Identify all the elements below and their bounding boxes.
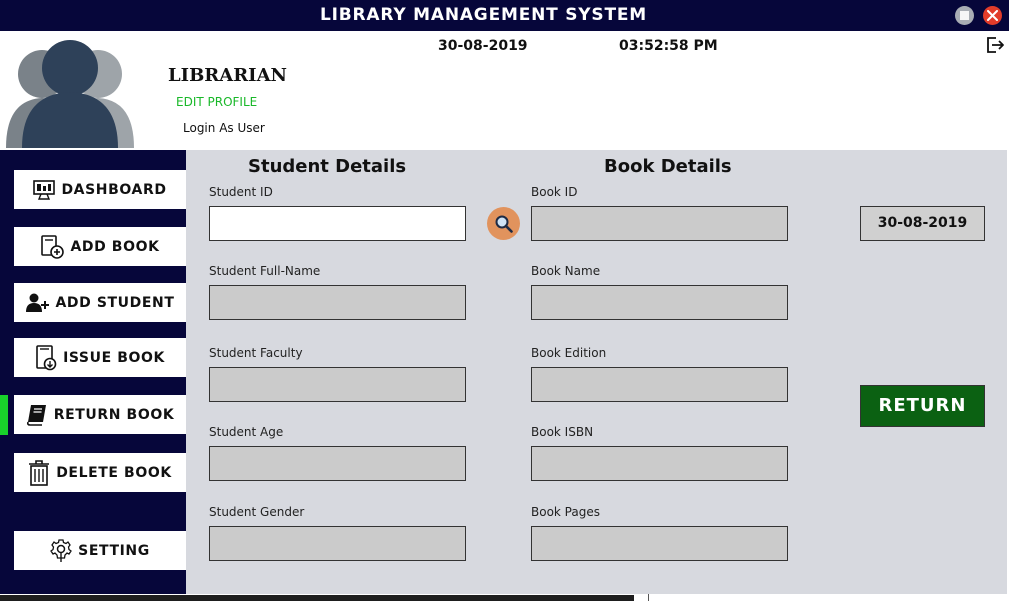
student-name-label: Student Full-Name	[209, 264, 321, 278]
add-user-icon	[26, 293, 50, 312]
student-faculty-field	[209, 367, 466, 402]
sidebar-item-add-student[interactable]: ADD STUDENT	[14, 283, 186, 322]
book-pages-field	[531, 526, 788, 561]
sidebar-item-issue-book[interactable]: ISSUE BOOK	[14, 338, 186, 377]
profile-header: 30-08-2019 03:52:58 PM LIBRARIAN EDIT PR…	[0, 31, 1009, 150]
book-isbn-field	[531, 446, 788, 481]
return-date-field: 30-08-2019	[860, 206, 985, 241]
book-pages-label: Book Pages	[531, 505, 600, 519]
sidebar-item-delete-book[interactable]: DELETE BOOK	[14, 453, 186, 492]
horizontal-scrollbar-thumb[interactable]	[0, 595, 634, 601]
trash-icon	[29, 459, 50, 486]
student-details-heading: Student Details	[248, 156, 407, 177]
active-item-indicator	[0, 395, 8, 435]
issue-book-icon	[36, 344, 57, 370]
title-bar: LIBRARY MANAGEMENT SYSTEM	[0, 0, 1009, 31]
search-student-button[interactable]	[487, 207, 520, 240]
sidebar-item-return-book[interactable]: RETURN BOOK	[14, 395, 186, 434]
search-icon	[495, 215, 513, 233]
book-edition-field	[531, 367, 788, 402]
sidebar-item-label: ADD STUDENT	[55, 294, 175, 311]
sidebar-item-setting[interactable]: SETTING	[14, 531, 186, 570]
student-id-input[interactable]	[209, 206, 466, 241]
book-edition-label: Book Edition	[531, 346, 607, 360]
sidebar-item-label: DELETE BOOK	[56, 464, 172, 481]
book-name-field	[531, 285, 788, 320]
student-name-field	[209, 285, 466, 320]
book-icon	[26, 404, 46, 426]
sidebar-item-label: DASHBOARD	[61, 181, 167, 198]
student-id-label: Student ID	[209, 185, 273, 199]
maximize-button[interactable]	[955, 6, 974, 25]
add-book-icon	[41, 234, 65, 259]
bottom-scroll-strip	[0, 594, 1009, 601]
sidebar-item-label: ADD BOOK	[70, 238, 160, 255]
current-time: 03:52:58 PM	[619, 38, 718, 54]
sidebar: DASHBOARD ADD BOOK ADD STUDENT ISSUE BOO…	[0, 150, 186, 601]
sidebar-item-add-book[interactable]: ADD BOOK	[14, 227, 186, 266]
student-gender-field	[209, 526, 466, 561]
book-isbn-label: Book ISBN	[531, 425, 594, 439]
logout-icon[interactable]	[985, 35, 1005, 55]
sidebar-item-label: RETURN BOOK	[53, 406, 175, 423]
student-gender-label: Student Gender	[209, 505, 305, 519]
student-faculty-label: Student Faculty	[209, 346, 303, 360]
return-button[interactable]: RETURN	[860, 385, 985, 427]
sidebar-item-dashboard[interactable]: DASHBOARD	[14, 170, 186, 209]
sidebar-item-label: SETTING	[78, 542, 150, 559]
user-role: LIBRARIAN	[168, 65, 288, 86]
book-id-label: Book ID	[531, 185, 578, 199]
current-date: 30-08-2019	[438, 38, 528, 54]
student-age-field	[209, 446, 466, 481]
scrollbar-divider	[648, 594, 649, 601]
return-book-panel: Student Details Book Details Student ID …	[186, 150, 1007, 594]
window-title: LIBRARY MANAGEMENT SYSTEM	[320, 5, 647, 25]
close-button[interactable]	[983, 6, 1002, 25]
close-icon	[987, 10, 998, 21]
edit-profile-link[interactable]: EDIT PROFILE	[176, 95, 257, 109]
book-details-heading: Book Details	[604, 156, 732, 177]
dashboard-monitor-icon	[33, 179, 56, 200]
sidebar-item-label: ISSUE BOOK	[63, 349, 165, 366]
user-avatar-icon	[6, 40, 134, 148]
login-as-user-link[interactable]: Login As User	[183, 121, 265, 135]
book-id-field	[531, 206, 788, 241]
student-age-label: Student Age	[209, 425, 284, 439]
gear-icon	[50, 538, 73, 562]
book-name-label: Book Name	[531, 264, 601, 278]
